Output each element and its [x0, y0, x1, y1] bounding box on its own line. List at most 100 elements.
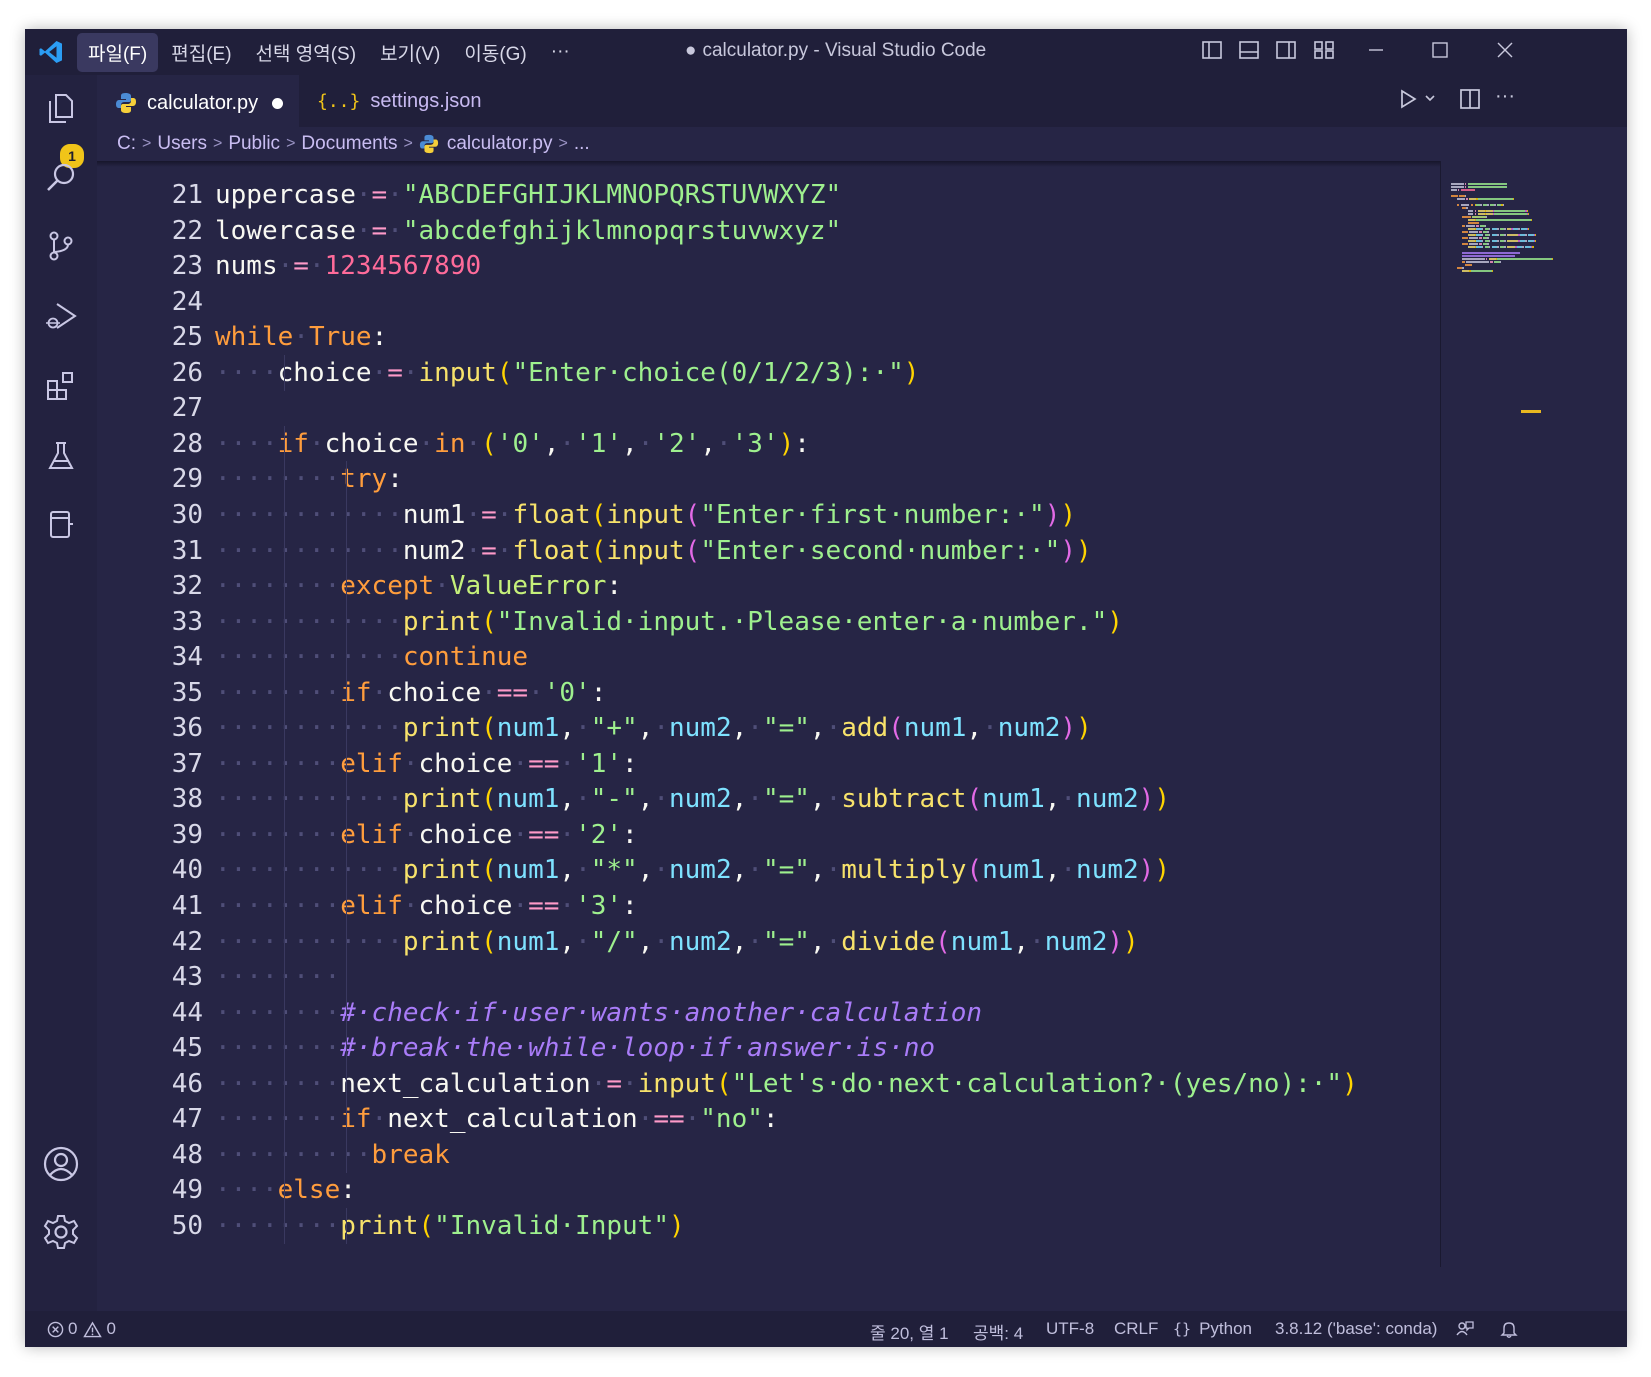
code-line[interactable]: 45 ········#·break·the·while·loop·if·answ… [97, 1030, 1440, 1067]
minimap-token [1472, 216, 1486, 218]
code-line[interactable]: 23 nums·=·1234567890 [97, 248, 1440, 284]
code-line[interactable]: 36 ············print(num1,·"+",·num2,·"="… [97, 710, 1440, 747]
indent-guide [346, 1136, 348, 1173]
code-editor[interactable]: 21 uppercase·=·"ABCDEFGHIJKLMNOPQRSTUVWXY… [97, 167, 1440, 1267]
code-token: ········ [215, 997, 341, 1028]
code-line[interactable]: 41 ········elif·choice·==·'3': [97, 888, 1440, 924]
language-mode[interactable]: {} Python [1173, 1319, 1252, 1339]
breadcrumb-drive[interactable]: C: [117, 133, 136, 155]
code-token: · [355, 180, 372, 210]
code-token: ( [481, 855, 497, 886]
code-line[interactable]: 47 ········if·next_calculation·==·"no": [97, 1101, 1440, 1138]
breadcrumb-users[interactable]: Users [157, 133, 207, 155]
code-line[interactable]: 33 ············print("Invalid·input.·Plea… [97, 603, 1440, 640]
code-line[interactable]: 21 uppercase·=·"ABCDEFGHIJKLMNOPQRSTUVWXY… [97, 177, 1440, 213]
menu-item[interactable]: 선택 영역(S) [245, 33, 368, 72]
minimap-token [1469, 243, 1478, 245]
code-token: #·check·if·user·wants·another·calculatio… [340, 997, 983, 1028]
code-token: float [512, 535, 591, 566]
manage-gear-icon[interactable] [42, 1213, 80, 1251]
code-line[interactable]: 40 ············print(num1,·"*",·num2,·"="… [97, 852, 1440, 889]
line-number: 45 [171, 1033, 203, 1064]
menu-item[interactable]: 이동(G) [453, 33, 537, 72]
minimap-token [1512, 198, 1514, 200]
code-line[interactable]: 24 [97, 284, 1440, 320]
code-line[interactable]: 25 while·True: [97, 319, 1440, 355]
code-token: num2 [669, 713, 732, 744]
code-line[interactable]: 37 ········elif·choice·==·'1': [97, 745, 1440, 782]
accounts-icon[interactable] [42, 1145, 80, 1183]
tab-calculator-py[interactable]: calculator.py [97, 75, 299, 129]
encoding[interactable]: UTF-8 [1046, 1319, 1094, 1339]
minimap-token [1467, 183, 1507, 185]
indent-guide [283, 603, 285, 640]
extensions-icon[interactable] [42, 367, 80, 405]
testing-icon[interactable] [42, 437, 80, 475]
minimap-token [1488, 240, 1491, 242]
code-line[interactable]: 50 ········print("Invalid·Input") [97, 1207, 1440, 1244]
minimap[interactable] [1441, 161, 1627, 1267]
code-line[interactable]: 32 ········except·ValueError: [97, 568, 1440, 605]
breadcrumb-public[interactable]: Public [228, 133, 280, 155]
code-token: if [340, 1104, 372, 1135]
code-line[interactable]: 39 ········elif·choice·==·'2': [97, 816, 1440, 853]
code-line[interactable]: 48 ··········break [97, 1136, 1440, 1173]
minimap-token [1462, 243, 1468, 245]
indent-guide [283, 959, 285, 996]
code-line[interactable]: 46 ········next_calculation·=·input("Let'… [97, 1065, 1440, 1102]
breadcrumb-documents[interactable]: Documents [301, 133, 397, 155]
code-line[interactable]: 43 ········ [97, 959, 1440, 996]
minimap-token [1462, 237, 1468, 239]
code-line[interactable]: 29 ········try: [97, 461, 1440, 498]
more-actions-icon[interactable]: ··· [1495, 85, 1515, 108]
code-line[interactable]: 35 ········if·choice·==·'0': [97, 674, 1440, 711]
python-interpreter[interactable]: 3.8.12 ('base': conda) [1275, 1319, 1437, 1339]
indentation-spaces[interactable]: 공백: 4 [973, 1319, 1023, 1344]
code-line[interactable]: 34 ············continue [97, 639, 1440, 676]
toggle-panel-icon[interactable] [1238, 39, 1260, 66]
menu-item[interactable]: 파일(F) [77, 32, 159, 72]
minimap-token [1532, 246, 1534, 248]
code-line[interactable]: 30 ············num1·=·float(input("Enter·… [97, 496, 1440, 533]
maximize-icon[interactable] [1429, 39, 1451, 66]
breadcrumb-symbols[interactable]: ... [574, 133, 590, 155]
code-line[interactable]: 31 ············num2·=·float(input("Enter·… [97, 532, 1440, 569]
code-line[interactable]: 26 ····choice·=·input("Enter·choice(0/1/2… [97, 354, 1440, 391]
customize-layout-icon[interactable] [1313, 39, 1335, 66]
code-line[interactable]: 49 ····else: [97, 1172, 1440, 1209]
search-icon[interactable] [42, 159, 80, 197]
breadcrumb-file[interactable]: calculator.py [447, 133, 553, 155]
source-control-icon[interactable] [42, 227, 80, 265]
remote-icon[interactable] [42, 505, 80, 543]
run-dropdown-chevron-down-icon[interactable] [1423, 91, 1437, 110]
code-line[interactable]: 44 ········#·check·if·user·wants·another·… [97, 994, 1440, 1031]
explorer-icon[interactable] [42, 89, 80, 127]
end-of-line[interactable]: CRLF [1114, 1319, 1158, 1339]
run-debug-icon[interactable] [42, 297, 80, 335]
split-editor-icon[interactable] [1459, 87, 1481, 116]
tab-settings-json[interactable]: {..} settings.json [299, 75, 482, 127]
minimize-icon[interactable] [1365, 39, 1387, 66]
notifications-bell-icon[interactable] [1499, 1319, 1519, 1339]
code-token: print [340, 1210, 419, 1241]
run-python-file-icon[interactable] [1397, 87, 1419, 116]
code-token: ) [778, 428, 795, 459]
code-token: ) [1060, 499, 1076, 530]
menu-item[interactable]: 편집(E) [160, 33, 242, 72]
toggle-secondary-sidebar-icon[interactable] [1275, 39, 1297, 66]
more-menu-ellipsis[interactable]: ··· [540, 35, 581, 69]
problems-indicator[interactable]: 0 0 [47, 1319, 116, 1339]
cursor-position[interactable]: 줄 20, 열 1 [870, 1319, 949, 1344]
indent-guide [346, 674, 348, 711]
code-line[interactable]: 42 ············print(num1,·"/",·num2,·"="… [97, 923, 1440, 960]
code-line[interactable]: 27 [97, 390, 1440, 426]
unsaved-dot-icon[interactable] [272, 97, 284, 109]
feedback-icon[interactable] [1455, 1319, 1475, 1339]
minimap-token [1458, 189, 1460, 191]
code-line[interactable]: 22 lowercase·=·"abcdefghijklmnopqrstuvwxy… [97, 213, 1440, 249]
toggle-primary-sidebar-icon[interactable] [1201, 39, 1223, 66]
close-icon[interactable] [1494, 39, 1516, 66]
menu-item[interactable]: 보기(V) [369, 33, 451, 72]
code-line[interactable]: 38 ············print(num1,·"-",·num2,·"="… [97, 781, 1440, 818]
code-line[interactable]: 28 ····if·choice·in·('0',·'1',·'2',·'3'): [97, 425, 1440, 462]
